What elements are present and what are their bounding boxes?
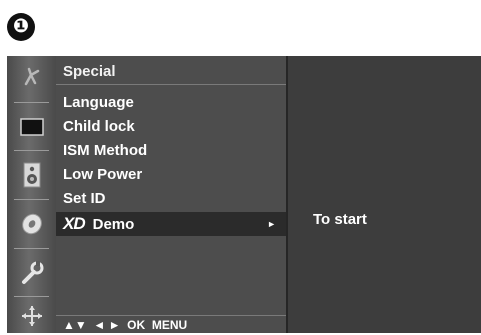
submenu-panel: To start [288, 56, 481, 333]
move-icon[interactable] [7, 297, 56, 335]
special-menu-panel: Special Language Child lock ISM Method L… [56, 56, 288, 333]
menu-item-xd-demo[interactable]: XD Demo ► [56, 212, 286, 236]
menu-item-low-power[interactable]: Low Power [56, 163, 286, 187]
menu-item-label: Demo [92, 216, 135, 233]
submenu-arrow-icon: ► [267, 219, 276, 229]
step-number-badge: ❶ [7, 13, 35, 41]
disc-icon[interactable] [7, 205, 56, 243]
to-start-option[interactable]: To start [313, 211, 367, 228]
menu-title: Special [56, 59, 286, 85]
menu-item-ism-method[interactable]: ISM Method [56, 139, 286, 163]
menu-item-language[interactable]: Language [56, 91, 286, 115]
tv-osd-menu: Special Language Child lock ISM Method L… [7, 56, 481, 333]
menu-icon-rail [7, 56, 56, 333]
speaker-icon[interactable] [7, 156, 56, 194]
xd-logo: XD [63, 214, 86, 233]
rail-divider [14, 150, 49, 151]
screen-icon[interactable] [7, 108, 56, 146]
menu-item-child-lock[interactable]: Child lock [56, 115, 286, 139]
settings-icon[interactable] [7, 254, 56, 292]
picture-icon[interactable] [7, 58, 56, 96]
rail-divider [14, 199, 49, 200]
menu-item-set-id[interactable]: Set ID [56, 187, 286, 211]
navigation-hint: ▲▼ ◄ ► OK MENU [56, 315, 286, 333]
rail-divider [14, 102, 49, 103]
rail-divider [14, 248, 49, 249]
